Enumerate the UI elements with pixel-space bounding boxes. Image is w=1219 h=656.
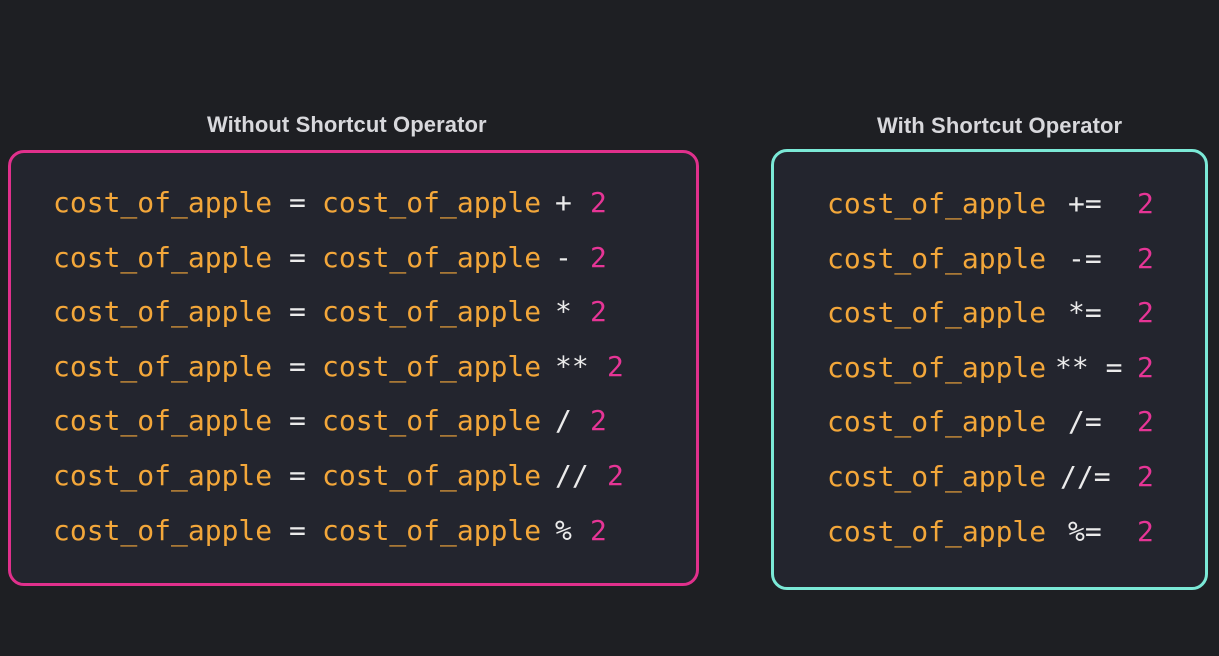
left-line-operator: * xyxy=(555,295,572,329)
left-line-source-var: cost_of_apple xyxy=(322,240,542,274)
left-line-source-var: cost_of_apple xyxy=(322,459,542,492)
without-shortcut-title: Without Shortcut Operator xyxy=(207,112,487,137)
left-line-target-var: cost_of_apple xyxy=(53,404,273,438)
left-code-line: cost_of_apple = cost_of_apple +2 xyxy=(53,186,653,220)
right-line-operator: *= xyxy=(1068,296,1102,330)
left-line-source-var: cost_of_apple xyxy=(322,513,542,547)
left-line-number: 2 xyxy=(590,186,607,219)
left-line-number: 2 xyxy=(590,404,607,438)
right-line-var: cost_of_apple xyxy=(827,405,1047,439)
right-line-number: 2 xyxy=(1137,296,1154,330)
left-line-operator: - xyxy=(555,240,572,274)
left-code-line: cost_of_apple = cost_of_apple% 2 xyxy=(53,514,653,548)
right-line-operator: += xyxy=(1068,187,1102,220)
left-line-equals: = xyxy=(289,349,306,383)
left-line-equals: = xyxy=(289,186,306,219)
right-line-operator: %= xyxy=(1068,514,1102,548)
right-line-var: cost_of_apple xyxy=(827,296,1047,330)
right-line-operator: /= xyxy=(1068,405,1102,439)
right-code-line: cost_of_apple /= 2 xyxy=(827,405,1187,439)
left-line-number: 2 xyxy=(607,349,624,383)
left-code-line: cost_of_apple = cost_of_apple ** 2 xyxy=(53,350,653,384)
left-line-target-var: cost_of_apple xyxy=(53,240,273,274)
left-line-equals: = xyxy=(289,404,306,438)
left-line-source-var: cost_of_apple xyxy=(322,295,542,329)
right-line-number: 2 xyxy=(1137,514,1154,548)
left-code-line: cost_of_apple = cost_of_apple * 2 xyxy=(53,295,653,329)
right-code-line: cost_of_apple ** = 2 xyxy=(827,351,1187,385)
right-line-number: 2 xyxy=(1137,187,1154,220)
left-line-operator: / xyxy=(555,404,572,438)
right-line-number: 2 xyxy=(1137,460,1154,493)
left-line-operator: ** xyxy=(555,349,589,383)
right-code-line: cost_of_apple -= 2 xyxy=(827,242,1187,276)
left-line-equals: = xyxy=(289,240,306,274)
left-line-operator: % xyxy=(555,513,572,547)
right-line-number: 2 xyxy=(1137,241,1154,275)
right-line-var: cost_of_apple xyxy=(827,514,1047,548)
with-shortcut-title: With Shortcut Operator xyxy=(877,113,1123,138)
left-line-operator: // xyxy=(555,459,589,492)
right-line-var: cost_of_apple xyxy=(827,187,1047,220)
left-line-source-var: cost_of_apple xyxy=(322,349,542,383)
left-line-source-var: cost_of_apple xyxy=(322,404,542,438)
right-line-number: 2 xyxy=(1137,350,1154,384)
left-line-target-var: cost_of_apple xyxy=(53,186,273,219)
left-line-target-var: cost_of_apple xyxy=(53,349,273,383)
left-line-number: 2 xyxy=(590,513,607,547)
right-code-line: cost_of_apple += 2 xyxy=(827,187,1187,221)
right-code-line: cost_of_apple *= 2 xyxy=(827,296,1187,330)
right-line-operator: ** = xyxy=(1055,350,1123,384)
right-code-line: cost_of_apple //= 2 xyxy=(827,460,1187,494)
right-line-var: cost_of_apple xyxy=(827,460,1047,493)
left-line-number: 2 xyxy=(590,295,607,329)
left-line-target-var: cost_of_apple xyxy=(53,295,273,329)
right-line-var: cost_of_apple xyxy=(827,350,1047,384)
left-line-equals: = xyxy=(289,459,306,492)
right-line-operator: -= xyxy=(1068,241,1102,275)
right-code-line: cost_of_apple %= 2 xyxy=(827,515,1187,549)
right-line-operator: //= xyxy=(1060,460,1111,493)
right-line-number: 2 xyxy=(1137,405,1154,439)
left-line-equals: = xyxy=(289,513,306,547)
left-code-line: cost_of_apple = cost_of_apple // 2 xyxy=(53,459,653,493)
right-line-var: cost_of_apple xyxy=(827,241,1047,275)
left-line-source-var: cost_of_apple xyxy=(322,186,542,219)
left-code-line: cost_of_apple = cost_of_apple / 2 xyxy=(53,404,653,438)
left-line-operator: + xyxy=(555,186,572,219)
left-line-equals: = xyxy=(289,295,306,329)
left-line-number: 2 xyxy=(607,459,624,492)
left-code-line: cost_of_apple = cost_of_apple -2 xyxy=(53,241,653,275)
left-line-target-var: cost_of_apple xyxy=(53,513,273,547)
left-line-target-var: cost_of_apple xyxy=(53,459,273,492)
left-line-number: 2 xyxy=(590,240,607,274)
